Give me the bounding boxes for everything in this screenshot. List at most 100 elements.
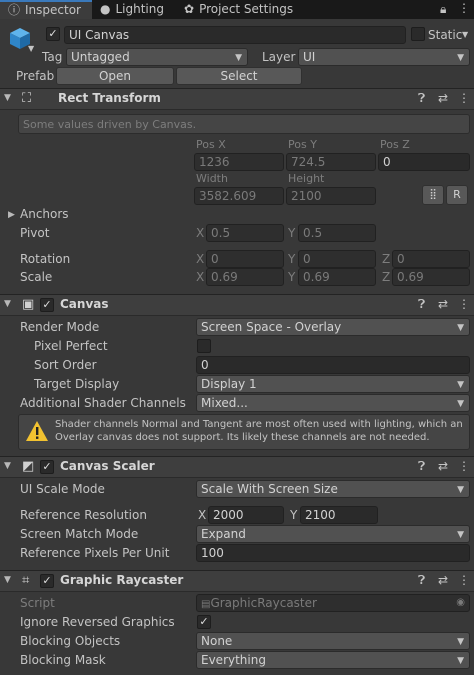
- icon-dropdown-arrow-icon[interactable]: ▼: [28, 44, 34, 53]
- prefab-open-button[interactable]: Open: [56, 67, 174, 85]
- prefab-label: Prefab: [16, 69, 55, 83]
- graphic-raycaster-header[interactable]: ▼ ⌗ ✓ Graphic Raycaster ❓︎ ⇄ ⋮: [0, 570, 474, 592]
- blocking-mask-dropdown[interactable]: Everything ▼: [196, 651, 470, 669]
- pos-y-label: Pos Y: [288, 138, 317, 151]
- component-menu-icon[interactable]: ⋮: [458, 91, 470, 105]
- rotation-x-field[interactable]: 0: [206, 250, 284, 268]
- kebab-menu-icon[interactable]: ⋮: [458, 1, 470, 15]
- rect-transform-header[interactable]: ▼ ⛶ Rect Transform ❓︎ ⇄ ⋮: [0, 88, 474, 110]
- raw-edit-button[interactable]: R: [446, 185, 468, 205]
- ignore-reversed-checkbox[interactable]: ✓: [197, 615, 211, 629]
- pivot-y-axis: Y: [288, 226, 296, 240]
- rotation-label: Rotation: [20, 252, 71, 266]
- component-menu-icon[interactable]: ⋮: [458, 459, 470, 473]
- static-checkbox[interactable]: [411, 27, 425, 41]
- blueprint-mode-button[interactable]: ⣿: [422, 185, 444, 205]
- chevron-down-icon: ▼: [457, 637, 464, 647]
- pivot-x-field[interactable]: 0.5: [206, 224, 284, 242]
- blocking-mask-label: Blocking Mask: [20, 653, 106, 667]
- object-picker-icon[interactable]: ◉: [456, 595, 465, 611]
- rotation-z-axis: Z: [382, 252, 391, 266]
- blocking-objects-dropdown[interactable]: None ▼: [196, 632, 470, 650]
- scale-z-field[interactable]: 0.69: [392, 268, 470, 286]
- pivot-x-axis: X: [196, 226, 205, 240]
- chevron-down-icon: ▼: [235, 53, 242, 63]
- sort-order-field[interactable]: 0: [196, 356, 470, 374]
- tag-label: Tag: [42, 50, 63, 64]
- tag-dropdown[interactable]: Untagged ▼: [66, 48, 248, 66]
- component-menu-icon[interactable]: ⋮: [458, 573, 470, 587]
- preset-icon[interactable]: ⇄: [438, 91, 448, 105]
- chevron-down-icon: ▼: [457, 530, 464, 540]
- object-name-input[interactable]: UI Canvas: [64, 26, 406, 44]
- tab-inspector[interactable]: ⓘ Inspector: [0, 0, 92, 19]
- layer-dropdown[interactable]: UI ▼: [298, 48, 470, 66]
- canvas-scaler-enabled-checkbox[interactable]: ✓: [40, 460, 54, 474]
- help-icon[interactable]: ❓︎: [418, 297, 425, 312]
- screen-match-mode-dropdown[interactable]: Expand ▼: [196, 525, 470, 543]
- canvas-enabled-checkbox[interactable]: ✓: [40, 298, 54, 312]
- tab-project-settings[interactable]: ✿ Project Settings: [176, 0, 300, 19]
- chevron-down-icon: ▼: [457, 380, 464, 390]
- canvas-header[interactable]: ▼ ▣ ✓ Canvas ❓︎ ⇄ ⋮: [0, 294, 474, 316]
- graphic-raycaster-enabled-checkbox[interactable]: ✓: [40, 574, 54, 588]
- anchors-label[interactable]: Anchors: [20, 205, 69, 223]
- screen-match-mode-label: Screen Match Mode: [20, 527, 139, 541]
- foldout-arrow-icon[interactable]: ▼: [4, 299, 11, 309]
- foldout-arrow-icon[interactable]: ▼: [4, 461, 11, 471]
- pos-x-field[interactable]: 1236: [194, 153, 284, 171]
- reference-resolution-label: Reference Resolution: [20, 508, 147, 522]
- static-dropdown-icon[interactable]: ▼: [462, 30, 468, 39]
- preset-icon[interactable]: ⇄: [438, 297, 448, 311]
- help-icon[interactable]: ❓︎: [418, 459, 425, 474]
- static-label: Static: [428, 28, 463, 42]
- shader-channels-dropdown[interactable]: Mixed... ▼: [196, 394, 470, 412]
- chevron-down-icon: ▼: [457, 399, 464, 409]
- layer-label: Layer: [262, 50, 296, 64]
- pivot-y-field[interactable]: 0.5: [298, 224, 376, 242]
- scale-z-axis: Z: [382, 270, 391, 284]
- pixel-perfect-checkbox[interactable]: [197, 339, 211, 353]
- foldout-arrow-icon[interactable]: ▼: [4, 93, 11, 103]
- shader-channels-label: Additional Shader Channels: [20, 396, 186, 410]
- reference-y-field[interactable]: 2100: [300, 506, 378, 524]
- component-menu-icon[interactable]: ⋮: [458, 297, 470, 311]
- pos-y-field[interactable]: 724.5: [286, 153, 376, 171]
- rotation-y-axis: Y: [288, 252, 296, 266]
- scale-x-field[interactable]: 0.69: [206, 268, 284, 286]
- canvas-scaler-header[interactable]: ▼ ◩ ✓ Canvas Scaler ❓︎ ⇄ ⋮: [0, 456, 474, 478]
- chevron-down-icon: ▼: [457, 53, 464, 63]
- pos-x-label: Pos X: [196, 138, 226, 151]
- pivot-label: Pivot: [20, 226, 50, 240]
- tab-lighting[interactable]: ● Lighting: [92, 0, 174, 19]
- preset-icon[interactable]: ⇄: [438, 459, 448, 473]
- rotation-x-axis: X: [196, 252, 205, 266]
- bulb-icon: ●: [100, 2, 111, 16]
- render-mode-dropdown[interactable]: Screen Space - Overlay ▼: [196, 318, 470, 336]
- ref-y-axis: Y: [290, 508, 298, 522]
- prefab-select-button[interactable]: Select: [176, 67, 302, 85]
- scale-label: Scale: [20, 270, 53, 284]
- active-checkbox[interactable]: ✓: [46, 27, 60, 41]
- height-field[interactable]: 2100: [286, 187, 376, 205]
- scale-y-field[interactable]: 0.69: [298, 268, 376, 286]
- pos-z-label: Pos Z: [380, 138, 410, 151]
- reference-x-field[interactable]: 2000: [208, 506, 284, 524]
- preset-icon[interactable]: ⇄: [438, 573, 448, 587]
- anchors-foldout-icon[interactable]: ▶: [8, 210, 15, 220]
- chevron-down-icon: ▼: [457, 485, 464, 495]
- rotation-z-field[interactable]: 0: [392, 250, 470, 268]
- help-icon[interactable]: ❓︎: [418, 91, 425, 106]
- width-field[interactable]: 3582.609: [194, 187, 284, 205]
- reference-ppu-field[interactable]: 100: [196, 544, 470, 562]
- rect-transform-icon: ⛶: [22, 91, 32, 106]
- target-display-dropdown[interactable]: Display 1 ▼: [196, 375, 470, 393]
- pos-z-field[interactable]: 0: [378, 153, 470, 171]
- foldout-arrow-icon[interactable]: ▼: [4, 575, 11, 585]
- rotation-y-field[interactable]: 0: [298, 250, 376, 268]
- ui-scale-mode-dropdown[interactable]: Scale With Screen Size ▼: [196, 480, 470, 498]
- script-field[interactable]: ▤GraphicRaycaster ◉: [196, 594, 470, 612]
- lock-icon[interactable]: 🔒︎: [440, 2, 446, 17]
- help-icon[interactable]: ❓︎: [418, 573, 425, 588]
- gear-icon: ✿: [184, 2, 195, 16]
